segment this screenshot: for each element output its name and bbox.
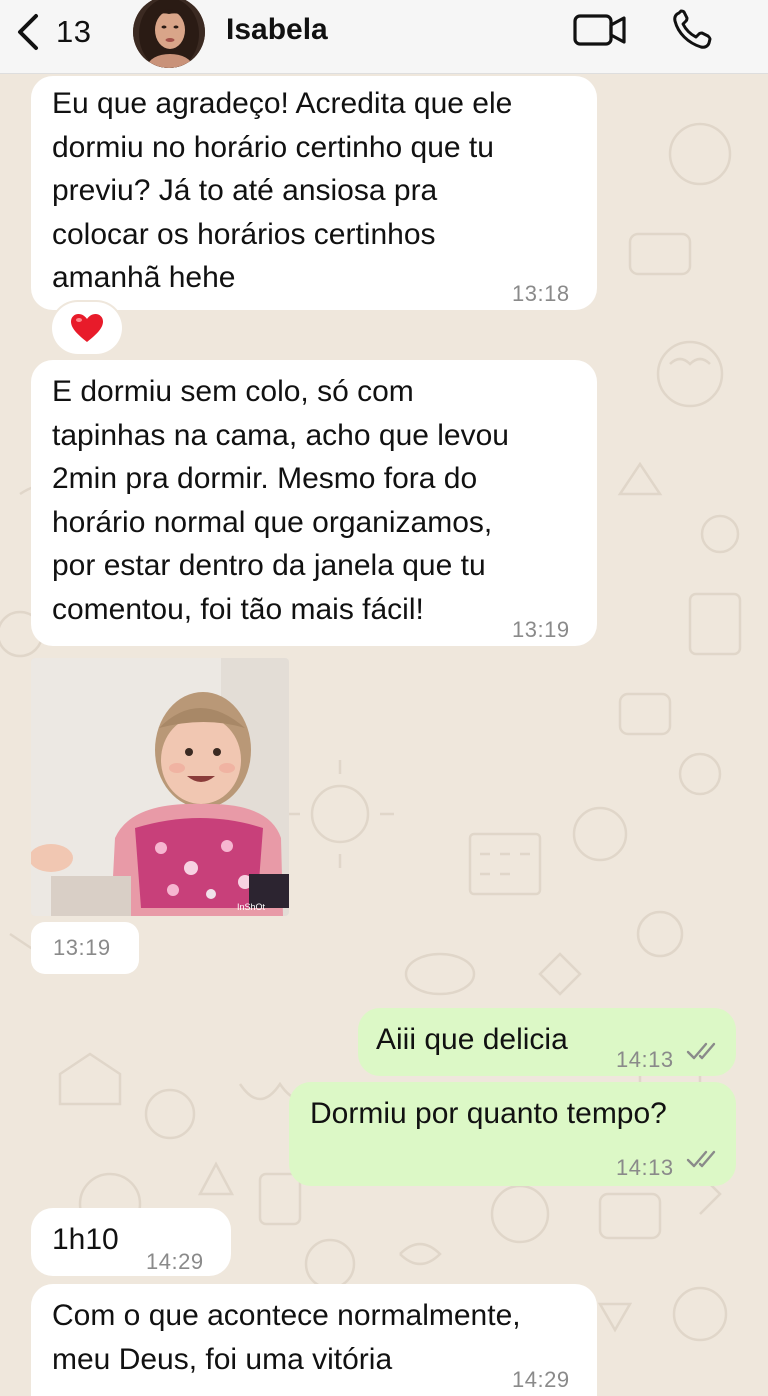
message-text: Dormiu por quanto tempo?	[310, 1097, 667, 1130]
unread-count: 13	[56, 14, 92, 49]
phone-icon	[673, 9, 712, 49]
message-text: Aiii que delicia	[376, 1023, 568, 1056]
message-time: 14:13	[616, 1155, 674, 1180]
message-time: 14:13	[616, 1047, 674, 1072]
message-time: 14:29	[512, 1367, 570, 1392]
chat-header: 13 Isabela	[0, 0, 768, 74]
reaction-badge[interactable]	[52, 302, 122, 354]
voice-call-button[interactable]	[670, 8, 718, 52]
message-incoming[interactable]: Eu que agradeço! Acredita que ele dormiu…	[31, 76, 597, 310]
message-text: Eu que agradeço! Acredita que ele dormiu…	[52, 87, 513, 294]
read-receipt-icon	[686, 1150, 716, 1168]
message-outgoing[interactable]: Aiii que delicia 14:13	[358, 1008, 736, 1076]
chevron-left-icon	[18, 14, 38, 50]
image-message[interactable]: InShOt	[31, 658, 289, 916]
message-time: 13:19	[512, 617, 570, 642]
image-watermark: InShOt	[237, 902, 266, 912]
contact-name[interactable]: Isabela	[226, 13, 328, 47]
avatar[interactable]	[133, 0, 205, 68]
message-outgoing[interactable]: Dormiu por quanto tempo? 14:13	[289, 1082, 736, 1186]
back-button[interactable]: 13	[14, 10, 104, 54]
message-incoming[interactable]: Com o que acontece normalmente, meu Deus…	[31, 1284, 597, 1396]
video-call-icon	[573, 14, 626, 46]
message-incoming[interactable]: 1h10 14:29	[31, 1208, 231, 1276]
read-receipt-icon	[686, 1042, 716, 1060]
message-text: E dormiu sem colo, só com tapinhas na ca…	[52, 375, 509, 626]
message-time: 13:19	[53, 935, 111, 960]
message-incoming[interactable]: E dormiu sem colo, só com tapinhas na ca…	[31, 360, 597, 646]
message-text: 1h10	[52, 1223, 119, 1256]
message-text: Com o que acontece normalmente, meu Deus…	[52, 1299, 521, 1376]
message-time: 14:29	[146, 1249, 204, 1274]
image-time-pill: 13:19	[31, 922, 139, 974]
heart-icon	[71, 314, 103, 342]
message-time: 13:18	[512, 281, 570, 306]
video-call-button[interactable]	[572, 10, 628, 50]
